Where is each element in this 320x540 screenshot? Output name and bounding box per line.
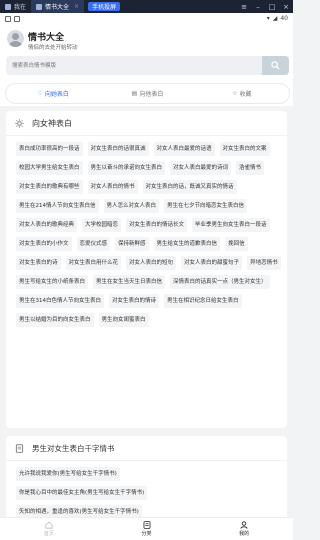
nav-profile[interactable]: 我的 [195,518,293,540]
battery-level: 40 [280,15,288,22]
menu-icon[interactable]: ≡ [237,3,251,11]
browser-tab-bar: 我在 情书大全 × 手机投屏 ≡ – □ × [0,0,293,13]
nav-label: 我的 [239,531,250,537]
section-header: 向女神表白 [6,111,287,136]
tag-item[interactable]: 男生在七夕节向暗恋女生表白信 [164,199,248,213]
document-icon: ▤ [131,90,138,97]
signal-icon: ◢ [272,15,278,22]
tag-item[interactable]: 男人怎么对女人表白 [103,199,160,213]
tag-item[interactable]: 对女人表白的情书 [87,180,138,194]
tab-label: 收藏 [239,91,252,98]
tag-item[interactable]: 对女生表白的小作文 [16,237,72,251]
tag-item[interactable]: 男生在214情人节向女生表白信 [16,199,99,213]
tag-item[interactable]: 对女人表白的短句 [126,256,177,270]
tag-item[interactable]: 毕业季男生向女生表白一段话 [192,218,270,232]
category-tabs: ♡ 向她表白 ▤ 向他表白 ☆ 收藏 [6,84,289,103]
home-icon [45,521,53,529]
notification-icon [14,15,20,22]
status-bar: ▾ ◢ 40 [0,13,293,24]
tag-item[interactable]: 对女生表白的诗 [16,256,61,270]
tag-item[interactable]: 异地恋情书 [247,256,281,270]
tag-item[interactable]: 对女生表白用什么花 [65,256,122,270]
section-title: 男生对女生表白千字情书 [32,443,115,453]
tag-item[interactable]: 对女生表白的情诗 [109,294,160,308]
tag-item[interactable]: 男生以奋斗的承诺向女生表白 [87,161,166,175]
tag-item[interactable]: 对女生表白的情话长文 [126,218,188,232]
os-tab-1[interactable]: 情书大全 × [31,0,85,13]
tab-to-her[interactable]: ♡ 向她表白 [6,84,100,103]
sun-icon [15,118,24,128]
tag-item[interactable]: 对女生表白的话很真诚 [87,142,149,156]
tag-item[interactable]: 男生写给女生的小纸条表白 [16,275,89,289]
letter-item[interactable]: 你是我心目中的最佳女主角(男生写给女生千字情书) [16,486,148,500]
tag-item[interactable]: 男生在314白色情人节向女生表白 [16,294,104,308]
tag-item[interactable]: 对女生表白的歌典有哪些 [16,180,83,194]
tag-item[interactable]: 挽回信 [225,237,248,251]
search-bar [6,56,289,75]
screen-cast-label: 手机投屏 [92,4,117,11]
letter-item[interactable]: 允许我说我爱你(男生写给女生千字情书) [16,467,120,481]
tag-item[interactable]: 男生给女生的道歉表白信 [153,237,221,251]
tag-item[interactable]: 校园大学男生给女生表白 [16,161,83,175]
list-icon [143,521,150,529]
tag-item[interactable]: 对女生表白的话，既诚又真实的情话 [142,180,237,194]
close-window-icon[interactable]: × [279,3,293,11]
tag-item[interactable]: 男生在相识纪念日给女生表白 [164,294,242,308]
os-tab-label: 情书大全 [45,4,70,11]
tab-to-him[interactable]: ▤ 向他表白 [100,84,194,103]
nav-home[interactable]: 首页 [0,518,98,540]
os-tab-0[interactable]: 我在 [0,0,31,13]
tag-item[interactable]: 对女人表白最爱的诗词 [170,161,232,175]
nav-label: 分类 [141,531,152,537]
nav-label: 首页 [43,531,54,537]
screen-cast-button[interactable]: 手机投屏 [88,2,121,11]
letter-list: 允许我说我爱你(男生写给女生千字情书) 你是我心目中的最佳女主角(男生写给女生千字… [6,461,287,519]
app-subtitle: 情侣的去处开始转动 [28,45,78,51]
tag-item[interactable]: 对女人表白最爱的话语 [153,142,215,156]
section-header: 男生对女生表白千字情书 [6,436,287,461]
nav-category[interactable]: 分类 [98,518,196,540]
app-icon [5,3,11,10]
tag-item[interactable]: 男生在女生当天生日表白信 [93,275,166,289]
maximize-icon[interactable]: □ [265,3,279,11]
close-icon[interactable]: × [74,3,79,10]
notification-icon [5,15,11,22]
app-icon [36,3,43,10]
tag-item[interactable]: 对女人表白的歌典经典 [16,218,78,232]
tag-item[interactable]: 对女生表白的文案 [219,142,270,156]
tab-label: 向他表白 [139,91,164,98]
tag-item[interactable]: 深情表白的话真实一点（男生对女生） [170,275,270,289]
tag-item[interactable]: 表白成功率很高的一段话 [16,142,83,156]
tag-item[interactable]: 对女人表白的甜蜜句子 [181,256,243,270]
tag-item[interactable]: 保持新鲜感 [115,237,149,251]
section-title: 向女神表白 [32,118,72,128]
tag-item[interactable]: 恋爱仪式感 [76,237,111,251]
star-icon: ☆ [232,90,238,97]
document-icon [15,443,24,453]
search-button[interactable] [262,56,289,75]
search-icon [271,61,280,70]
section-goddess: 向女神表白 表白成功率很高的一段话 对女生表白的话很真诚 对女人表白最爱的话语 对女生… [6,111,287,428]
tab-label: 向她表白 [44,91,69,98]
avatar[interactable] [7,30,24,47]
app-title: 情书大全 [28,33,65,43]
search-input[interactable] [6,56,264,75]
os-tab-label: 我在 [14,4,27,11]
tag-item[interactable]: 男生向女闺蜜表白 [98,313,149,327]
minimize-icon[interactable]: – [251,3,265,11]
tag-item[interactable]: 男生以结婚为目的向女生表白 [16,313,94,327]
heart-icon: ♡ [37,90,43,97]
tab-favorites[interactable]: ☆ 收藏 [195,84,289,103]
tag-item[interactable]: 大学校园暗恋 [82,218,122,232]
bottom-navigation: 首页 分类 我的 [0,517,293,540]
tag-list: 表白成功率很高的一段话 对女生表白的话很真诚 对女人表白最爱的话语 对女生表白的文案校… [6,136,287,327]
tag-item[interactable]: 浩雀情书 [236,161,265,175]
user-icon [240,521,248,529]
wifi-icon: ▾ [266,15,270,22]
